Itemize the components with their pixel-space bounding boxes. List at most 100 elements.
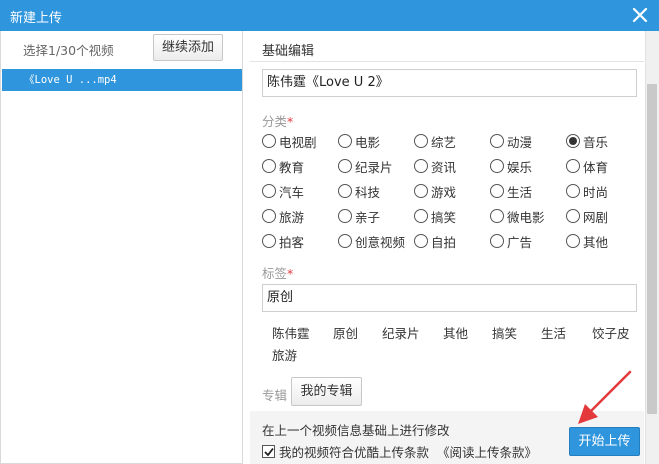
category-option-label: 其他 [583,234,609,250]
radio-button[interactable] [566,159,580,173]
my-album-button[interactable]: 我的专辑 [291,377,362,406]
category-option[interactable]: 生活 [490,181,532,201]
close-icon[interactable] [629,4,651,26]
radio-button[interactable] [414,234,428,248]
radio-button[interactable] [490,209,504,223]
category-option[interactable]: 电影 [338,131,380,151]
category-option-label: 拍客 [279,234,305,250]
start-upload-button[interactable]: 开始上传 [569,427,640,456]
radio-button[interactable] [338,209,352,223]
category-option[interactable]: 综艺 [414,131,456,151]
file-list-item[interactable]: 《Love U ...mp4 [2,69,242,91]
category-option[interactable]: 电视剧 [262,131,317,151]
category-label: 分类* [262,111,293,130]
category-option[interactable]: 娱乐 [490,156,532,176]
category-option-label: 音乐 [583,134,609,150]
category-option[interactable]: 拍客 [262,231,304,251]
video-title-input[interactable]: 陈伟霆《Love U 2》 [262,69,637,97]
category-label-text: 分类 [262,114,288,129]
category-option[interactable]: 其他 [566,231,608,251]
required-mark: * [287,114,294,129]
category-option-label: 资讯 [431,159,457,175]
album-label: 专辑 [262,388,288,403]
radio-button[interactable] [414,159,428,173]
category-option[interactable]: 旅游 [262,206,304,226]
category-option[interactable]: 体育 [566,156,608,176]
radio-button[interactable] [566,209,580,223]
tag-suggestion[interactable]: 搞笑 [492,323,517,342]
radio-button[interactable] [338,234,352,248]
category-option[interactable]: 教育 [262,156,304,176]
category-option-label: 电视剧 [279,134,317,150]
category-option-label: 动漫 [507,134,533,150]
agree-checkbox[interactable] [262,444,275,458]
section-title: 基础编辑 [262,44,315,59]
category-option[interactable]: 动漫 [490,131,532,151]
radio-button[interactable] [338,159,352,173]
category-option-label: 生活 [507,184,533,200]
category-option[interactable]: 创意视频 [338,231,405,251]
tag-suggestion[interactable]: 生活 [541,323,566,342]
terms-link[interactable]: 《阅读上传条款》 [437,442,537,461]
file-list-pane: 选择1/30个视频 继续添加 《Love U ...mp4 [0,31,243,464]
add-more-button[interactable]: 继续添加 [153,34,223,61]
category-option[interactable]: 网剧 [566,206,608,226]
radio-button[interactable] [490,234,504,248]
category-option[interactable]: 汽车 [262,181,304,201]
tag-suggestion[interactable]: 饺子皮 [592,323,630,342]
category-option[interactable]: 游戏 [414,181,456,201]
radio-button[interactable] [566,134,580,148]
tag-suggestion[interactable]: 陈伟霆 [272,323,310,342]
category-option[interactable]: 广告 [490,231,532,251]
category-option[interactable]: 资讯 [414,156,456,176]
radio-button[interactable] [490,134,504,148]
dialog-title: 新建上传 [10,11,63,26]
tags-label: 标签* [262,263,293,282]
category-option-label: 网剧 [583,209,609,225]
radio-button[interactable] [262,159,276,173]
category-option-label: 搞笑 [431,209,457,225]
tag-suggestion[interactable]: 原创 [333,323,358,342]
category-option[interactable]: 科技 [338,181,380,201]
category-option-label: 广告 [507,234,533,250]
tag-suggestion[interactable]: 旅游 [272,345,297,364]
agree-text: 我的视频符合优酷上传条款 [279,444,430,460]
category-option[interactable]: 音乐 [566,131,608,151]
radio-button[interactable] [414,184,428,198]
radio-button[interactable] [262,209,276,223]
category-option-label: 汽车 [279,184,305,200]
radio-button[interactable] [262,184,276,198]
tag-suggestion[interactable]: 其他 [443,323,468,342]
radio-button[interactable] [490,159,504,173]
radio-button[interactable] [566,234,580,248]
dialog-titlebar: 新建上传 [0,0,659,31]
radio-button[interactable] [338,134,352,148]
category-option-label: 自拍 [431,234,457,250]
category-option[interactable]: 亲子 [338,206,380,226]
category-option-label: 时尚 [583,184,609,200]
agree-terms-row: 我的视频符合优酷上传条款 《阅读上传条款》 [262,442,537,460]
tag-suggestion[interactable]: 纪录片 [382,323,420,342]
category-option-label: 综艺 [431,134,457,150]
radio-button[interactable] [566,184,580,198]
category-option[interactable]: 自拍 [414,231,456,251]
category-option-label: 创意视频 [355,234,406,250]
category-option[interactable]: 时尚 [566,181,608,201]
tags-input[interactable]: 原创 [262,284,637,312]
category-option[interactable]: 纪录片 [338,156,393,176]
radio-button[interactable] [262,134,276,148]
radio-button[interactable] [490,184,504,198]
inherit-info-option[interactable]: 在上一个视频信息基础上进行修改 [262,420,450,439]
radio-button[interactable] [414,209,428,223]
category-option-label: 游戏 [431,184,457,200]
scrollbar-thumb[interactable] [647,84,657,414]
category-option[interactable]: 微电影 [490,206,545,226]
radio-button[interactable] [262,234,276,248]
category-option-label: 微电影 [507,209,545,225]
radio-button[interactable] [414,134,428,148]
category-option-label: 娱乐 [507,159,533,175]
category-option-label: 科技 [355,184,381,200]
radio-button[interactable] [338,184,352,198]
category-option[interactable]: 搞笑 [414,206,456,226]
category-option-label: 亲子 [355,209,381,225]
